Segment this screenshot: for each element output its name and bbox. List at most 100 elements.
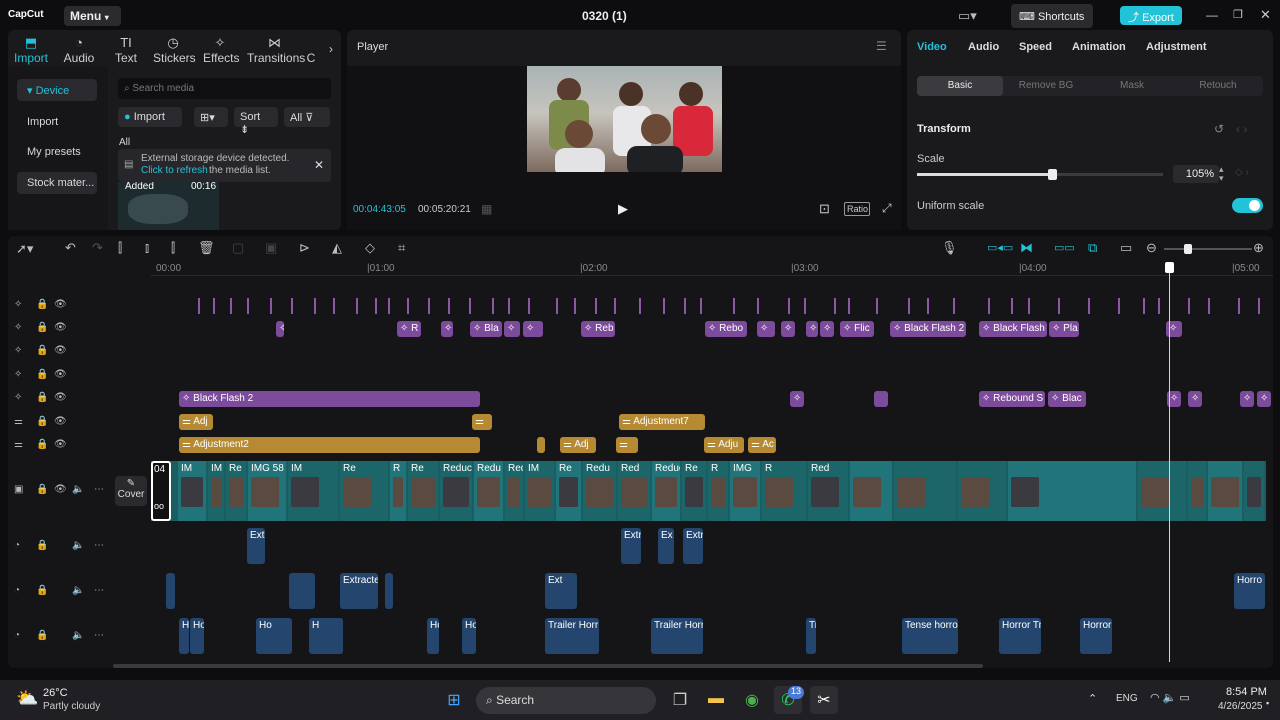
search-input[interactable]: ⌕ Search media bbox=[118, 78, 331, 99]
effect-tick[interactable] bbox=[1258, 298, 1260, 314]
tab-scroll-right-icon[interactable]: › bbox=[324, 42, 338, 76]
effect-tick[interactable] bbox=[684, 298, 686, 314]
effect-clip[interactable]: ✧ Flic bbox=[840, 321, 874, 337]
lock-icon[interactable]: 🔒 bbox=[36, 322, 48, 333]
lock-icon[interactable]: 🔒 bbox=[36, 416, 48, 427]
video-clip[interactable]: IM bbox=[208, 461, 224, 521]
audio-clip[interactable]: Trailer Horr bbox=[545, 618, 599, 654]
effect-clip[interactable]: ✧ bbox=[790, 391, 804, 407]
prop-tab-animation[interactable]: Animation bbox=[1072, 41, 1126, 53]
effect-clip[interactable]: ✧ Pla bbox=[1049, 321, 1079, 337]
effect-tick[interactable] bbox=[375, 298, 377, 314]
audio-clip[interactable] bbox=[385, 573, 393, 609]
adjustment-clip[interactable]: ⚌ Adj bbox=[179, 414, 213, 430]
video-clip[interactable]: Reduce bbox=[440, 461, 472, 521]
effect-tick[interactable] bbox=[1011, 298, 1013, 314]
tab-text[interactable]: TI Text bbox=[112, 32, 140, 66]
media-thumbnail[interactable]: Added 00:16 bbox=[118, 182, 219, 230]
effect-clip[interactable]: ✧ Rebound S bbox=[979, 391, 1045, 407]
reverse-icon[interactable]: ▣ bbox=[265, 240, 277, 256]
video-clip[interactable]: Redu bbox=[583, 461, 616, 521]
effect-clip[interactable]: ✧ bbox=[523, 321, 543, 337]
prop-tab-audio[interactable]: Audio bbox=[968, 41, 999, 53]
adjustment-clip[interactable] bbox=[537, 437, 545, 453]
freeze-icon[interactable]: ▢ bbox=[232, 240, 244, 256]
video-clip[interactable]: Red bbox=[808, 461, 848, 521]
audio-clip[interactable]: Tense horror bbox=[902, 618, 958, 654]
audio-clip[interactable]: Extracte bbox=[340, 573, 378, 609]
audio-clip[interactable]: Ho bbox=[190, 618, 204, 654]
effect-tick[interactable] bbox=[927, 298, 929, 314]
zoom-in-icon[interactable]: ⊕ bbox=[1253, 240, 1264, 256]
uniform-scale-toggle[interactable] bbox=[1232, 198, 1263, 213]
windows-start-icon[interactable]: ⊞ bbox=[440, 686, 468, 714]
effect-tick[interactable] bbox=[407, 298, 409, 314]
magnet-icon[interactable]: ⧓ bbox=[1020, 240, 1033, 256]
effect-tick[interactable] bbox=[1058, 298, 1060, 314]
subtab-basic[interactable]: Basic bbox=[917, 76, 1003, 96]
audio-clip[interactable]: Extra bbox=[621, 528, 641, 564]
effect-tick[interactable] bbox=[1208, 298, 1210, 314]
close-notice-icon[interactable]: ✕ bbox=[314, 158, 324, 172]
sort-button[interactable]: Sort ⇟ bbox=[234, 107, 278, 136]
effect-tick[interactable] bbox=[1088, 298, 1090, 314]
audio-clip[interactable]: Tr bbox=[806, 618, 816, 654]
preview-axis-icon[interactable]: ⧉ bbox=[1088, 240, 1097, 256]
effect-tick[interactable] bbox=[1158, 298, 1160, 314]
effect-tick[interactable] bbox=[595, 298, 597, 314]
effect-clip[interactable]: ✧ bbox=[504, 321, 520, 337]
audio-clip[interactable]: Ho bbox=[427, 618, 439, 654]
effect-tick[interactable] bbox=[247, 298, 249, 314]
effect-clip-black-flash[interactable]: ✧ Black Flash 2 bbox=[179, 391, 480, 407]
effect-tick[interactable] bbox=[314, 298, 316, 314]
zoom-out-icon[interactable]: ⊖ bbox=[1146, 240, 1157, 256]
eye-icon[interactable]: 👁 bbox=[54, 299, 67, 310]
audio-clip[interactable]: Ex bbox=[658, 528, 674, 564]
eye-icon[interactable]: 👁 bbox=[54, 484, 67, 495]
undo-icon[interactable]: ↶ bbox=[65, 240, 76, 256]
eye-icon[interactable]: 👁 bbox=[54, 322, 67, 333]
reset-icon[interactable]: ↺ bbox=[1214, 122, 1224, 136]
effect-tick[interactable] bbox=[213, 298, 215, 314]
video-clip[interactable]: Red bbox=[505, 461, 523, 521]
effect-clip[interactable]: ✧ bbox=[1188, 391, 1202, 407]
caption-icon[interactable]: ▭ bbox=[1120, 240, 1132, 256]
import-button[interactable]: ● Import bbox=[118, 107, 182, 127]
adjustment-clip[interactable]: ⚌ Adjustment7 bbox=[619, 414, 705, 430]
effect-clip[interactable]: ✧ bbox=[441, 321, 453, 337]
scale-value-input[interactable]: 105% bbox=[1173, 165, 1219, 183]
lock-icon[interactable]: 🔒 bbox=[36, 369, 48, 380]
microphone-icon[interactable]: 🎙 bbox=[941, 240, 958, 256]
playhead-handle[interactable] bbox=[1165, 262, 1174, 273]
adjustment-clip[interactable]: ⚌ Ac bbox=[748, 437, 776, 453]
effect-clip[interactable]: ✧ Rebo bbox=[705, 321, 747, 337]
video-clip[interactable] bbox=[1138, 461, 1186, 521]
effect-tick[interactable] bbox=[663, 298, 665, 314]
effect-tick[interactable] bbox=[733, 298, 735, 314]
video-clip[interactable] bbox=[1008, 461, 1136, 521]
effect-tick[interactable] bbox=[700, 298, 702, 314]
audio-clip[interactable]: Ext bbox=[545, 573, 577, 609]
rotate-icon[interactable]: ◇ bbox=[365, 240, 375, 256]
prop-tab-video[interactable]: Video bbox=[917, 41, 947, 53]
effect-tick[interactable] bbox=[1143, 298, 1145, 314]
play-icon[interactable]: ▶ bbox=[618, 201, 628, 217]
subtab-retouch[interactable]: Retouch bbox=[1175, 76, 1261, 96]
video-clip[interactable]: R bbox=[390, 461, 406, 521]
tab-import[interactable]: ⬒ Import bbox=[14, 32, 48, 66]
effect-tick[interactable] bbox=[639, 298, 641, 314]
sidebar-item-my-presets[interactable]: My presets bbox=[17, 141, 97, 163]
video-clip[interactable]: Re bbox=[340, 461, 388, 521]
eye-icon[interactable]: 👁 bbox=[54, 392, 67, 403]
video-clip[interactable] bbox=[894, 461, 956, 521]
audio-clip[interactable]: Extr bbox=[683, 528, 703, 564]
effect-tick[interactable] bbox=[614, 298, 616, 314]
video-clip[interactable]: IM bbox=[178, 461, 206, 521]
video-clip[interactable]: IM bbox=[288, 461, 338, 521]
close-icon[interactable]: ✕ bbox=[1260, 7, 1271, 23]
audio-clip[interactable]: Extr bbox=[247, 528, 265, 564]
lock-icon[interactable]: 🔒 bbox=[36, 540, 48, 551]
video-clip[interactable]: IMG bbox=[730, 461, 760, 521]
effect-clip[interactable]: ✧ Bla bbox=[470, 321, 502, 337]
effect-clip[interactable]: ✧ Black Flash bbox=[979, 321, 1047, 337]
